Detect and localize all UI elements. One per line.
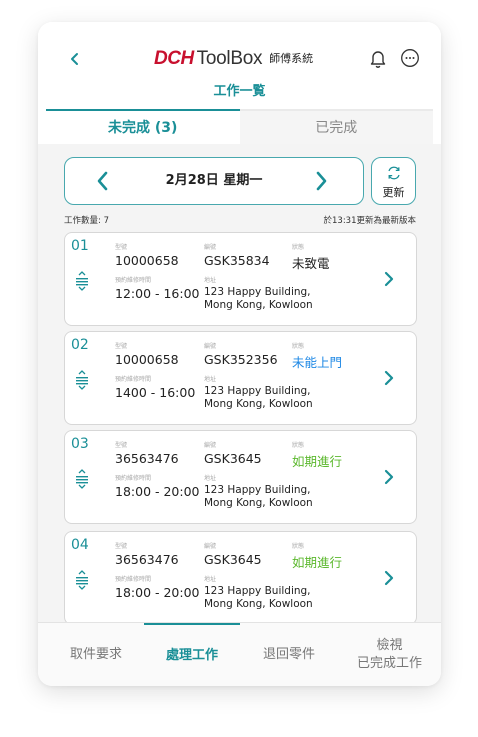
job-number: 01 <box>71 238 89 254</box>
chevron-right-icon[interactable] <box>383 468 395 486</box>
brand-subtitle: 師傅系統 <box>269 52 314 65</box>
address-line-1: 123 Happy Building, <box>204 484 311 496</box>
time-label: 預約維修時間 <box>115 475 152 482</box>
address-line-2: Mong Kong, Kowloon <box>204 398 313 410</box>
job-number: 02 <box>71 337 89 353</box>
bottom-navigation: 取件要求 處理工作 退回零件 檢視 已完成工作 <box>38 622 441 686</box>
address-label: 地址 <box>204 576 217 583</box>
address-line-1: 123 Happy Building, <box>204 286 311 298</box>
status-value: 未能上門 <box>292 355 343 370</box>
code-value: GSK35834 <box>204 253 270 268</box>
chevron-right-icon[interactable] <box>383 369 395 387</box>
brand-toolbox: ToolBox <box>196 48 263 69</box>
refresh-button[interactable]: 更新 <box>371 157 416 205</box>
drag-handle-icon[interactable] <box>74 469 90 489</box>
model-value: 36563476 <box>115 552 179 567</box>
drag-handle-icon[interactable] <box>74 271 90 291</box>
job-card[interactable]: 04 型號 36563476 編號 GSK3645 狀態 如期進行 預約維修時間… <box>64 531 417 622</box>
address-line-2: Mong Kong, Kowloon <box>204 598 313 610</box>
time-value: 12:00 - 16:00 <box>115 286 200 301</box>
address-label: 地址 <box>204 475 217 482</box>
model-label: 型號 <box>115 343 128 350</box>
drag-handle-icon[interactable] <box>74 570 90 590</box>
job-list-area: 2月28日 星期一 更新 工作數量: 7 於13:31更新為最新版本 01 型號… <box>38 144 441 622</box>
status-label: 狀態 <box>292 343 305 350</box>
address-line-1: 123 Happy Building, <box>204 385 311 397</box>
status-tabs: 未完成 (3) 已完成 <box>46 109 433 144</box>
job-card[interactable]: 03 型號 36563476 編號 GSK3645 狀態 如期進行 預約維修時間… <box>64 430 417 524</box>
code-label: 編號 <box>204 442 217 449</box>
nav-process-jobs[interactable]: 處理工作 <box>144 623 240 686</box>
status-value: 未致電 <box>292 256 330 271</box>
job-card[interactable]: 02 型號 10000658 編號 GSK352356 狀態 未能上門 預約維修… <box>64 331 417 425</box>
status-label: 狀態 <box>292 244 305 251</box>
date-navigator: 2月28日 星期一 <box>64 157 364 205</box>
page-title: 工作一覧 <box>213 84 266 99</box>
drag-handle-icon[interactable] <box>74 370 90 390</box>
job-number: 03 <box>71 436 89 452</box>
address-line-1: 123 Happy Building, <box>204 585 311 597</box>
brand-dch: DCH <box>154 48 194 69</box>
time-value: 18:00 - 20:00 <box>115 585 200 600</box>
model-label: 型號 <box>115 543 128 550</box>
job-number: 04 <box>71 537 89 553</box>
app-window: DCH ToolBox 師傅系統 工作一覧 未完成 (3) 已完成 2月28日 … <box>38 22 441 686</box>
nav-view-completed-line1: 檢視 <box>376 638 403 653</box>
status-value: 如期進行 <box>292 555 343 570</box>
nav-pickup-request[interactable]: 取件要求 <box>46 623 146 686</box>
time-label: 預約維修時間 <box>115 376 152 383</box>
status-label: 狀態 <box>292 442 305 449</box>
code-value: GSK3645 <box>204 552 262 567</box>
model-label: 型號 <box>115 442 128 449</box>
code-value: GSK3645 <box>204 451 262 466</box>
chevron-right-icon[interactable] <box>383 569 395 587</box>
time-label: 預約維修時間 <box>115 576 152 583</box>
refresh-label: 更新 <box>382 186 405 199</box>
brand-logo: DCH ToolBox 師傅系統 <box>154 48 313 74</box>
code-label: 編號 <box>204 343 217 350</box>
time-label: 預約維修時間 <box>115 277 152 284</box>
address-line-2: Mong Kong, Kowloon <box>204 299 313 311</box>
model-label: 型號 <box>115 244 128 251</box>
chevron-left-icon[interactable] <box>64 48 86 70</box>
status-value: 如期進行 <box>292 454 343 469</box>
address-label: 地址 <box>204 376 217 383</box>
bell-icon[interactable] <box>369 49 387 69</box>
tab-completed[interactable]: 已完成 <box>239 109 433 144</box>
job-count: 工作數量: 7 <box>64 216 109 226</box>
last-updated: 於13:31更新為最新版本 <box>323 216 417 226</box>
model-value: 10000658 <box>115 352 179 367</box>
model-value: 36563476 <box>115 451 179 466</box>
nav-return-parts[interactable]: 退回零件 <box>240 623 338 686</box>
chevron-right-icon[interactable] <box>383 270 395 288</box>
refresh-icon <box>388 166 400 180</box>
code-label: 編號 <box>204 543 217 550</box>
chevron-right-icon[interactable] <box>313 169 329 193</box>
nav-view-completed[interactable]: 檢視 已完成工作 <box>338 623 441 686</box>
job-card[interactable]: 01 型號 10000658 編號 GSK35834 狀態 未致電 預約維修時間… <box>64 232 417 326</box>
time-value: 18:00 - 20:00 <box>115 484 200 499</box>
time-value: 1400 - 16:00 <box>115 385 196 400</box>
status-label: 狀態 <box>292 543 305 550</box>
code-value: GSK352356 <box>204 352 278 367</box>
code-label: 編號 <box>204 244 217 251</box>
nav-view-completed-line2: 已完成工作 <box>356 656 422 671</box>
model-value: 10000658 <box>115 253 179 268</box>
more-horizontal-icon[interactable] <box>400 48 420 68</box>
tab-incomplete[interactable]: 未完成 (3) <box>46 109 240 144</box>
address-label: 地址 <box>204 277 217 284</box>
address-line-2: Mong Kong, Kowloon <box>204 497 313 509</box>
